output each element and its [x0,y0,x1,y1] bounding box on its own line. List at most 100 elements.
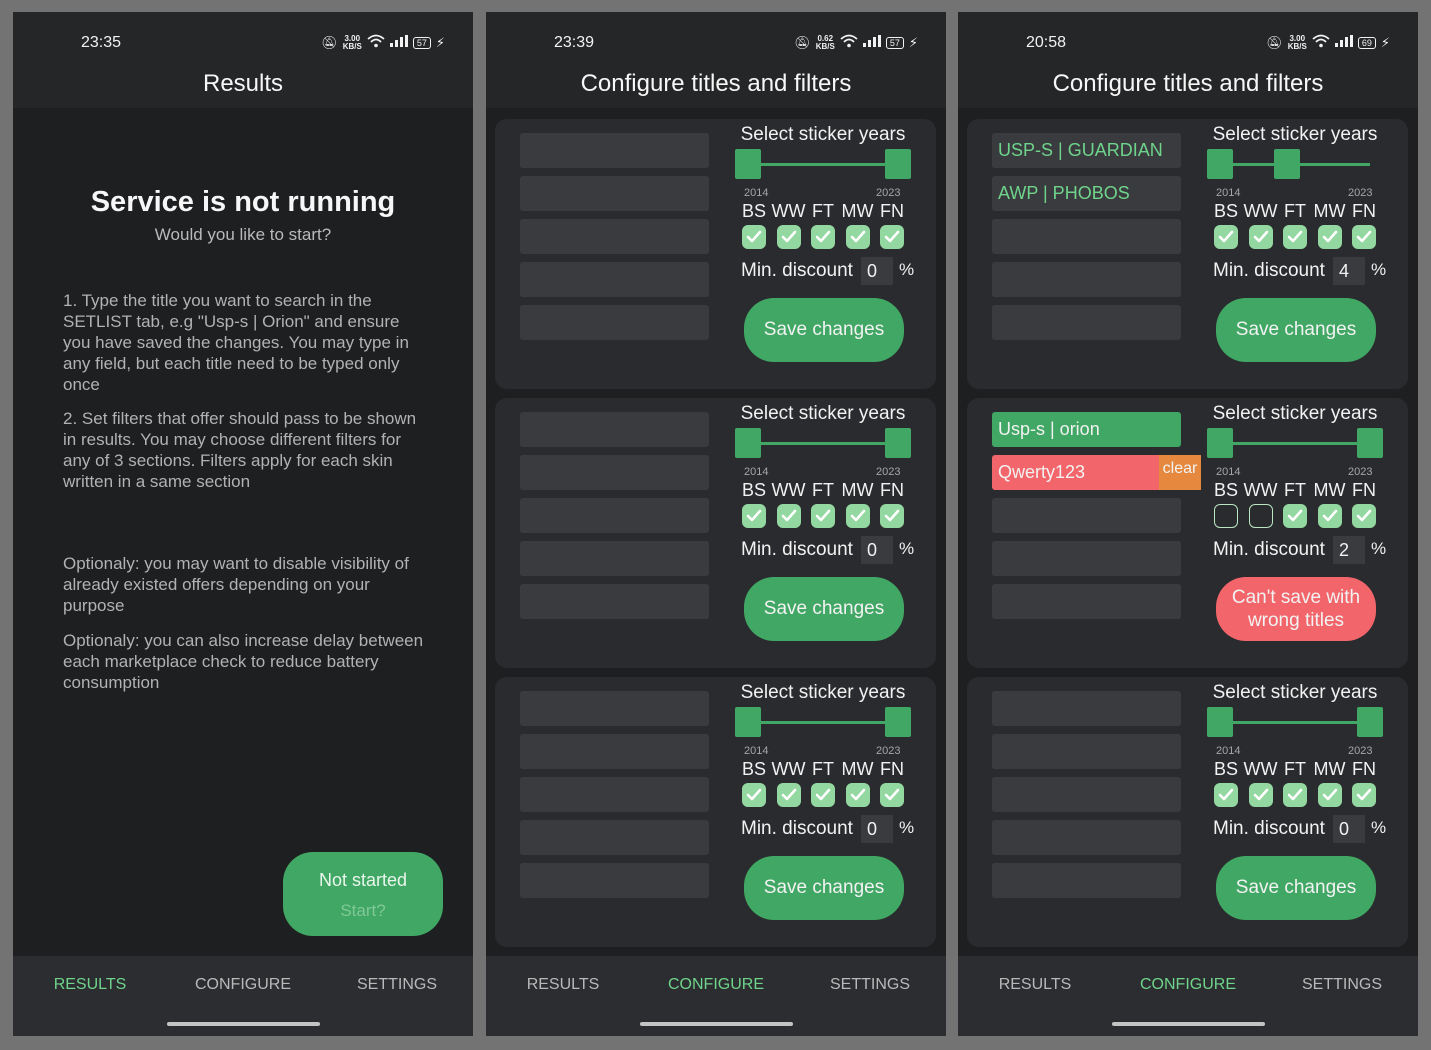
tab-results[interactable]: RESULTS [25,976,155,994]
title-input[interactable] [520,820,709,855]
quality-checkbox-fn[interactable] [880,504,904,528]
year-slider-max-handle[interactable] [885,707,911,737]
title-input[interactable] [992,541,1181,576]
quality-checkbox-ww[interactable] [1248,783,1273,807]
title-input[interactable]: Qwerty123 clear [992,455,1201,490]
tab-settings[interactable]: SETTINGS [332,976,462,994]
year-slider-track[interactable] [748,442,898,445]
title-input[interactable] [992,691,1181,726]
year-slider-max-handle[interactable] [1357,428,1383,458]
tab-configure[interactable]: CONFIGURE [651,976,781,994]
quality-checkbox-ft[interactable] [811,783,835,807]
quality-checkbox-fn[interactable] [880,783,904,807]
title-input[interactable] [992,820,1181,855]
quality-checkbox-bs[interactable] [742,225,766,249]
home-indicator[interactable] [167,1022,320,1026]
title-input[interactable] [992,734,1181,769]
tab-configure[interactable]: CONFIGURE [1123,976,1253,994]
title-input[interactable] [520,305,709,340]
quality-checkbox-mw[interactable] [1317,225,1342,249]
save-changes-button[interactable]: Save changes [1216,856,1376,920]
title-input[interactable] [520,455,709,490]
title-input[interactable] [520,691,709,726]
min-discount-input[interactable]: 4 [1333,257,1365,285]
quality-checkbox-ww[interactable] [776,225,801,249]
quality-checkbox-bs[interactable] [742,504,766,528]
year-slider-max-handle[interactable] [885,428,911,458]
save-changes-button[interactable]: Save changes [1216,298,1376,362]
quality-checkbox-fn[interactable] [1352,783,1376,807]
quality-checkbox-bs[interactable] [1214,504,1238,528]
quality-checkbox-ww[interactable] [1248,225,1273,249]
title-input[interactable] [520,262,709,297]
year-slider-max-handle[interactable] [885,149,911,179]
year-slider-min-handle[interactable] [1207,428,1233,458]
title-input[interactable] [992,305,1181,340]
year-slider-track[interactable] [748,163,898,166]
year-slider-max-handle[interactable] [1357,707,1383,737]
title-input[interactable] [992,498,1181,533]
title-input[interactable] [992,262,1181,297]
title-input[interactable] [520,412,709,447]
year-slider-track[interactable] [1220,721,1370,724]
quality-checkbox-bs[interactable] [1214,225,1238,249]
start-service-button[interactable]: Not started Start? [283,852,443,936]
title-input[interactable] [992,584,1181,619]
quality-checkbox-ft[interactable] [1283,504,1307,528]
year-slider-min-handle[interactable] [1207,149,1233,179]
quality-checkbox-ww[interactable] [1248,504,1273,528]
title-input[interactable]: AWP | PHOBOS [992,176,1181,211]
quality-checkbox-fn[interactable] [880,225,904,249]
title-input[interactable] [992,219,1181,254]
min-discount-input[interactable]: 0 [861,257,893,285]
quality-checkbox-ft[interactable] [1283,225,1307,249]
quality-checkbox-mw[interactable] [1317,783,1342,807]
title-input[interactable] [520,584,709,619]
year-slider-min-handle[interactable] [735,428,761,458]
save-error-button[interactable]: Can't save with wrong titles [1216,577,1376,641]
title-input[interactable]: Usp-s | orion [992,412,1181,447]
quality-checkbox-ft[interactable] [1283,783,1307,807]
title-input[interactable] [520,219,709,254]
quality-checkbox-bs[interactable] [742,783,766,807]
title-input[interactable] [520,541,709,576]
tab-settings[interactable]: SETTINGS [1277,976,1407,994]
title-input[interactable]: USP-S | GUARDIAN [992,133,1181,168]
quality-checkbox-mw[interactable] [845,225,870,249]
clear-title-button[interactable]: clear [1159,455,1201,490]
tab-settings[interactable]: SETTINGS [805,976,935,994]
title-input[interactable] [992,777,1181,812]
year-slider-min-handle[interactable] [1207,707,1233,737]
title-input[interactable] [520,498,709,533]
home-indicator[interactable] [1112,1022,1265,1026]
title-input[interactable] [992,863,1181,898]
title-input[interactable] [520,863,709,898]
year-slider-track[interactable] [748,721,898,724]
quality-checkbox-mw[interactable] [845,783,870,807]
save-changes-button[interactable]: Save changes [744,577,904,641]
tab-results[interactable]: RESULTS [970,976,1100,994]
title-input[interactable] [520,777,709,812]
quality-checkbox-fn[interactable] [1352,225,1376,249]
min-discount-input[interactable]: 2 [1333,536,1365,564]
min-discount-input[interactable]: 0 [1333,815,1365,843]
year-slider-track[interactable] [1220,442,1370,445]
tab-configure[interactable]: CONFIGURE [178,976,308,994]
tab-results[interactable]: RESULTS [498,976,628,994]
quality-checkbox-mw[interactable] [1317,504,1342,528]
quality-checkbox-mw[interactable] [845,504,870,528]
title-input[interactable] [520,176,709,211]
min-discount-input[interactable]: 0 [861,536,893,564]
quality-checkbox-ww[interactable] [776,504,801,528]
year-slider-min-handle[interactable] [735,707,761,737]
save-changes-button[interactable]: Save changes [744,856,904,920]
min-discount-input[interactable]: 0 [861,815,893,843]
title-input[interactable] [520,734,709,769]
quality-checkbox-bs[interactable] [1214,783,1238,807]
year-slider-max-handle[interactable] [1273,149,1300,179]
quality-checkbox-ww[interactable] [776,783,801,807]
quality-checkbox-fn[interactable] [1352,504,1376,528]
save-changes-button[interactable]: Save changes [744,298,904,362]
year-slider-min-handle[interactable] [735,149,761,179]
home-indicator[interactable] [640,1022,793,1026]
